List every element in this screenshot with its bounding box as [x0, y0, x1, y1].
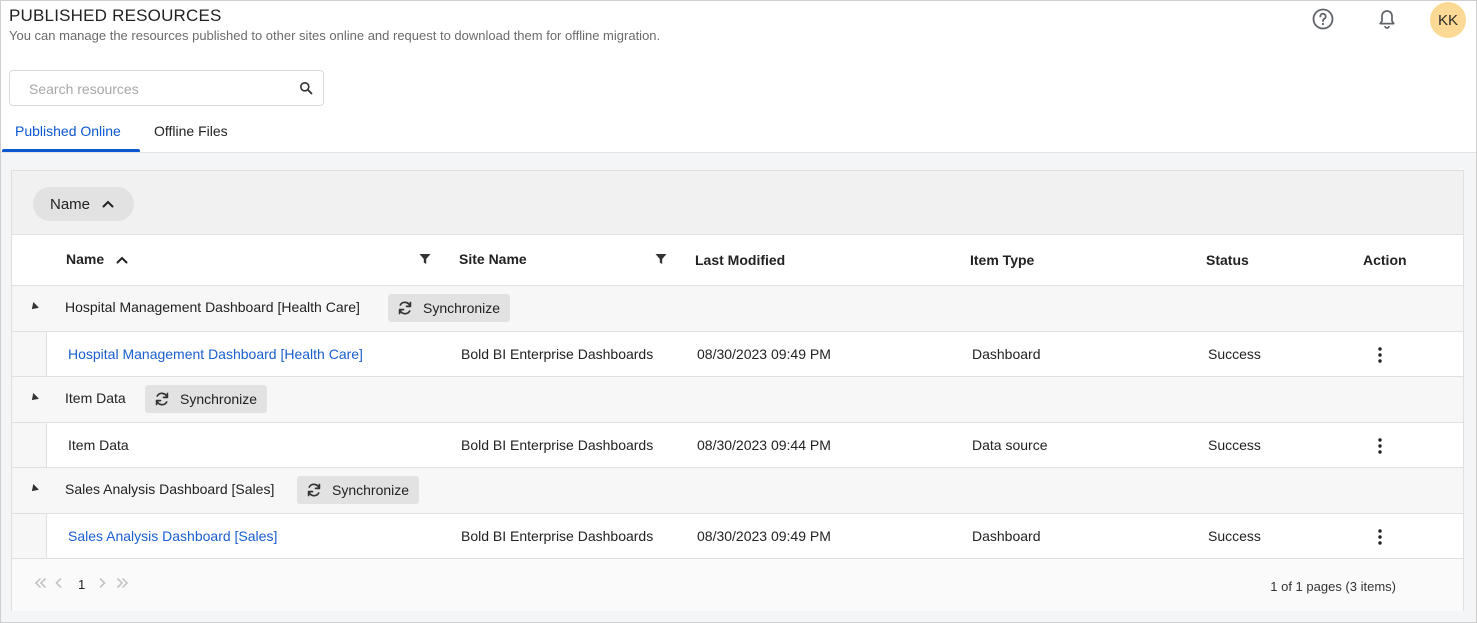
synchronize-button[interactable]: Synchronize [388, 294, 511, 322]
status-cell: Success [1208, 346, 1261, 362]
synchronize-button[interactable]: Synchronize [145, 385, 268, 413]
search-box [9, 70, 324, 106]
last-modified-cell: 08/30/2023 09:44 PM [697, 437, 831, 453]
column-header-status[interactable]: Status [1206, 252, 1249, 268]
resource-name-link[interactable]: Sales Analysis Dashboard [Sales] [68, 528, 277, 544]
previous-page-icon[interactable] [55, 576, 63, 592]
name-filter-icon[interactable] [419, 252, 431, 270]
help-button[interactable] [1309, 5, 1337, 33]
bell-icon [1379, 10, 1395, 29]
next-page-icon[interactable] [98, 576, 106, 592]
site-name-cell: Bold BI Enterprise Dashboards [461, 437, 654, 453]
item-type-cell: Data source [972, 437, 1048, 453]
last-modified-cell: 08/30/2023 09:49 PM [697, 346, 831, 362]
site-name-cell: Bold BI Enterprise Dashboards [461, 528, 654, 544]
page-title: PUBLISHED RESOURCES [9, 6, 222, 25]
more-options-icon[interactable] [1372, 345, 1388, 365]
sync-icon [307, 483, 321, 497]
resource-name-cell: Item Data [68, 437, 129, 453]
column-header-last-modified[interactable]: Last Modified [695, 252, 785, 268]
first-page-icon[interactable] [34, 576, 48, 592]
site-name-cell: Bold BI Enterprise Dashboards [461, 346, 654, 362]
more-options-icon[interactable] [1372, 436, 1388, 456]
group-title: Item Data [65, 390, 126, 406]
row-indent [12, 332, 47, 376]
column-header-site-name[interactable]: Site Name [459, 251, 527, 267]
status-cell: Success [1208, 528, 1261, 544]
collapse-caret-icon[interactable] [29, 484, 39, 494]
page-subtitle: You can manage the resources published t… [9, 28, 661, 43]
synchronize-label: Synchronize [423, 300, 501, 316]
group-drop-area: Name [12, 171, 1463, 235]
last-page-icon[interactable] [115, 576, 129, 592]
tab-offline-files[interactable]: Offline Files [154, 123, 228, 139]
synchronize-label: Synchronize [180, 391, 258, 407]
status-cell: Success [1208, 437, 1261, 453]
sort-ascending-icon [116, 256, 128, 264]
group-row: Sales Analysis Dashboard [Sales] Synchro… [12, 468, 1463, 514]
table-row: Item Data Bold BI Enterprise Dashboards … [12, 423, 1463, 468]
synchronize-button[interactable]: Synchronize [297, 476, 420, 504]
collapse-caret-icon[interactable] [29, 393, 39, 403]
synchronize-label: Synchronize [332, 482, 410, 498]
tab-published-online[interactable]: Published Online [15, 123, 121, 139]
notifications-button[interactable] [1373, 5, 1401, 33]
sync-icon [398, 301, 412, 315]
pager-info: 1 of 1 pages (3 items) [1270, 579, 1396, 594]
column-header-name[interactable]: Name [66, 251, 128, 267]
column-header-name-label: Name [66, 251, 105, 267]
table-row: Sales Analysis Dashboard [Sales] Bold BI… [12, 514, 1463, 559]
pager: 1 1 of 1 pages (3 items) [12, 559, 1463, 611]
row-indent [12, 423, 47, 467]
group-title: Sales Analysis Dashboard [Sales] [65, 481, 275, 497]
group-chip-label: Name [50, 195, 91, 213]
last-modified-cell: 08/30/2023 09:49 PM [697, 528, 831, 544]
search-input[interactable] [27, 80, 287, 98]
group-chip-name[interactable]: Name [33, 187, 134, 221]
more-options-icon[interactable] [1372, 527, 1388, 547]
item-type-cell: Dashboard [972, 528, 1041, 544]
help-icon [1312, 8, 1334, 30]
collapse-caret-icon[interactable] [29, 302, 39, 312]
item-type-cell: Dashboard [972, 346, 1041, 362]
row-indent [12, 514, 47, 558]
page-number[interactable]: 1 [78, 577, 85, 592]
grid-header: Name Site Name Last Modified Item Type S… [12, 235, 1463, 286]
resources-grid: Name Name Site Name Last Modified Item T… [11, 170, 1464, 611]
chevron-up-icon [102, 200, 114, 208]
group-row: Item Data Synchronize [12, 377, 1463, 423]
group-row: Hospital Management Dashboard [Health Ca… [12, 286, 1463, 332]
user-avatar[interactable]: KK [1430, 2, 1466, 38]
table-row: Hospital Management Dashboard [Health Ca… [12, 332, 1463, 377]
group-title: Hospital Management Dashboard [Health Ca… [65, 299, 360, 315]
column-header-item-type[interactable]: Item Type [970, 252, 1034, 268]
search-icon[interactable] [299, 81, 313, 100]
column-header-action: Action [1363, 252, 1407, 268]
sync-icon [155, 392, 169, 406]
site-filter-icon[interactable] [655, 252, 667, 270]
resource-name-link[interactable]: Hospital Management Dashboard [Health Ca… [68, 346, 363, 362]
